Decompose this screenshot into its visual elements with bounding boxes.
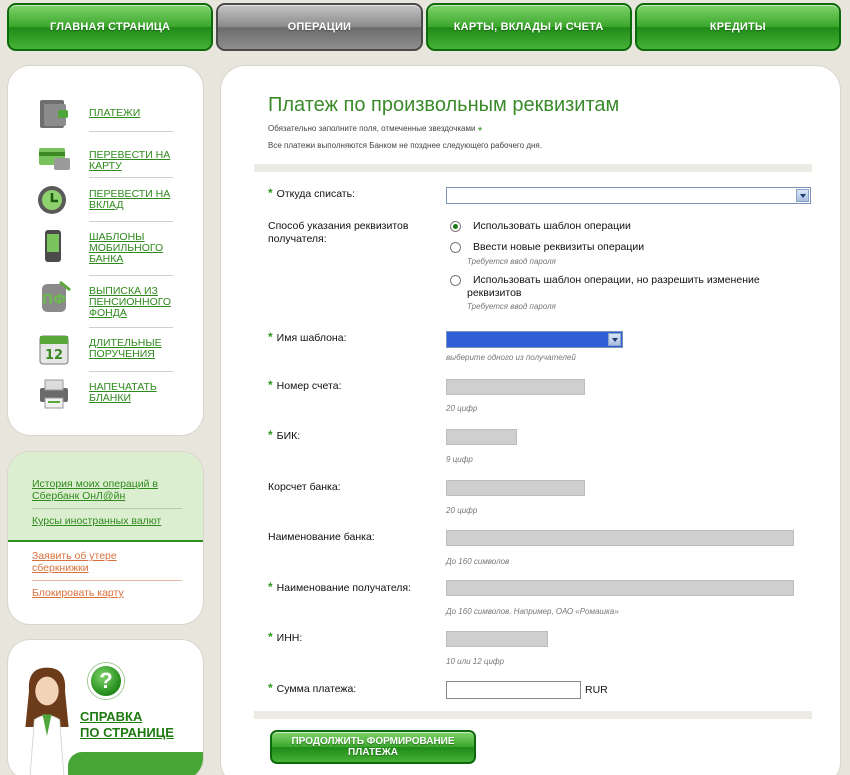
amount-field[interactable] [446, 681, 581, 699]
radio-use-template[interactable] [450, 221, 461, 232]
tab-operations[interactable]: ОПЕРАЦИИ [216, 3, 423, 51]
option-template-editable-label: Использовать шаблон операции, но разреши… [467, 274, 760, 299]
sidebar-item-print-forms[interactable]: НАПЕЧАТАТЬ БЛАНКИ [8, 372, 203, 416]
recipient-name-label: * Наименование получателя: [268, 580, 412, 595]
sidebar-help-panel: ? СПРАВКА ПО СТРАНИЦЕ [8, 640, 203, 775]
link-currency-rates[interactable]: Курсы иностранных валют [32, 515, 203, 527]
processing-time-note: Все платежи выполняются Банком не поздне… [268, 141, 542, 150]
sidebar-item-transfer-card[interactable]: ПЕРЕВЕСТИ НА КАРТУ [8, 136, 203, 180]
tab-cards-deposits-accounts[interactable]: КАРТЫ, ВКЛАДЫ И СЧЕТА [425, 3, 632, 51]
svg-text:12: 12 [45, 348, 63, 363]
help-question-icon[interactable]: ? [88, 663, 124, 699]
sidebar-operations-menu: ПЛАТЕЖИ ПЕРЕВЕСТИ НА КАРТУ ПЕРЕВЕСТИ НА … [8, 66, 203, 435]
help-link[interactable]: СПРАВКА ПО СТРАНИЦЕ [80, 709, 174, 741]
account-number-hint: 20 цифр [446, 404, 478, 413]
sidebar-item-label: ДЛИТЕЛЬНЫЕ ПОРУЧЕНИЯ [89, 337, 162, 360]
chevron-down-icon [796, 189, 809, 202]
card-transfer-icon [39, 148, 70, 170]
option-template-editable-hint: Требуется ввод пароля [467, 302, 556, 311]
deposit-clock-icon [38, 186, 66, 214]
sidebar-item-label: ВЫПИСКА ИЗ ПЕНСИОННОГО ФОНДА [89, 285, 172, 319]
bank-name-hint: До 160 символов [446, 557, 510, 566]
sidebar-item-label: ПЕРЕВЕСТИ НА КАРТУ [89, 149, 171, 172]
bik-field[interactable] [446, 429, 517, 445]
payment-form-panel: Платеж по произвольным реквизитам Обязат… [221, 66, 840, 775]
bank-name-label: Наименование банка: [268, 531, 375, 543]
recipient-name-hint: До 160 символов. Например, ОАО «Ромашка» [446, 607, 619, 616]
assistant-avatar [25, 667, 69, 775]
currency-label: RUR [585, 684, 608, 696]
sidebar-item-label: ШАБЛОНЫ МОБИЛЬНОГО БАНКА [89, 231, 164, 265]
sidebar-item-payments[interactable]: ПЛАТЕЖИ [8, 90, 203, 136]
recipient-name-field[interactable] [446, 580, 794, 596]
top-navigation: ГЛАВНАЯ СТРАНИЦА ОПЕРАЦИИ КАРТЫ, ВКЛАДЫ … [7, 3, 841, 51]
printer-icon [40, 379, 68, 409]
chevron-down-icon [608, 333, 621, 346]
wallet-icon [40, 100, 68, 128]
corr-account-field[interactable] [446, 480, 585, 496]
corr-account-label: Корсчет банка: [268, 481, 341, 493]
option-use-template-label: Использовать шаблон операции [473, 220, 631, 232]
radio-new-details[interactable] [450, 242, 461, 253]
inn-hint: 10 или 12 цифр [446, 657, 505, 666]
sidebar-item-label: ПЕРЕВЕСТИ НА ВКЛАД [89, 188, 171, 211]
sidebar-item-standing-orders[interactable]: 12 ДЛИТЕЛЬНЫЕ ПОРУЧЕНИЯ [8, 328, 203, 372]
pension-fund-icon: ПФ [42, 280, 71, 312]
bank-name-field[interactable] [446, 530, 794, 546]
radio-template-editable[interactable] [450, 275, 461, 286]
sidebar-item-pension-fund[interactable]: ПФ ВЫПИСКА ИЗ ПЕНСИОННОГО ФОНДА [8, 276, 203, 328]
continue-payment-button[interactable]: ПРОДОЛЖИТЬ ФОРМИРОВАНИЕ ПЛАТЕЖА [270, 730, 476, 764]
from-account-label: * Откуда списать: [268, 186, 356, 201]
sidebar-item-label: ПЛАТЕЖИ [89, 107, 141, 119]
tab-credits[interactable]: КРЕДИТЫ [634, 3, 841, 51]
sidebar-item-mobile-templates[interactable]: ШАБЛОНЫ МОБИЛЬНОГО БАНКА [8, 222, 203, 276]
from-account-select[interactable] [446, 187, 811, 204]
account-number-label: * Номер счета: [268, 378, 342, 393]
tab-main-page[interactable]: ГЛАВНАЯ СТРАНИЦА [7, 3, 214, 51]
calendar-icon: 12 [39, 335, 69, 365]
link-operations-history[interactable]: История моих операций в Сбербанк ОнЛ@йн [32, 478, 177, 502]
account-number-field[interactable] [446, 379, 585, 395]
template-name-hint: выберите одного из получателей [446, 353, 576, 362]
inn-label: * ИНН: [268, 630, 303, 645]
mobile-phone-icon [45, 230, 61, 262]
sidebar-item-transfer-deposit[interactable]: ПЕРЕВЕСТИ НА ВКЛАД [8, 180, 203, 222]
sidebar-item-label: НАПЕЧАТАТЬ БЛАНКИ [89, 381, 157, 404]
inn-field[interactable] [446, 631, 548, 647]
sidebar-links-panel: История моих операций в Сбербанк ОнЛ@йн … [8, 452, 203, 624]
svg-text:ПФ: ПФ [42, 293, 66, 308]
link-report-lost-book[interactable]: Заявить об утере сберкнижки [32, 550, 142, 574]
option-new-details-hint: Требуется ввод пароля [467, 257, 556, 266]
bik-label: * БИК: [268, 428, 301, 443]
template-name-select[interactable] [446, 331, 623, 348]
amount-label: * Сумма платежа: [268, 681, 357, 696]
required-fields-note: Обязательно заполните поля, отмеченные з… [268, 124, 483, 138]
corr-account-hint: 20 цифр [446, 506, 478, 515]
method-label: Способ указания реквизитов получателя: [268, 220, 409, 245]
template-name-label: * Имя шаблона: [268, 330, 347, 345]
bik-hint: 9 цифр [446, 455, 473, 464]
page-title: Платеж по произвольным реквизитам [268, 94, 620, 116]
option-new-details-label: Ввести новые реквизиты операции [473, 241, 645, 253]
link-block-card[interactable]: Блокировать карту [32, 587, 203, 599]
